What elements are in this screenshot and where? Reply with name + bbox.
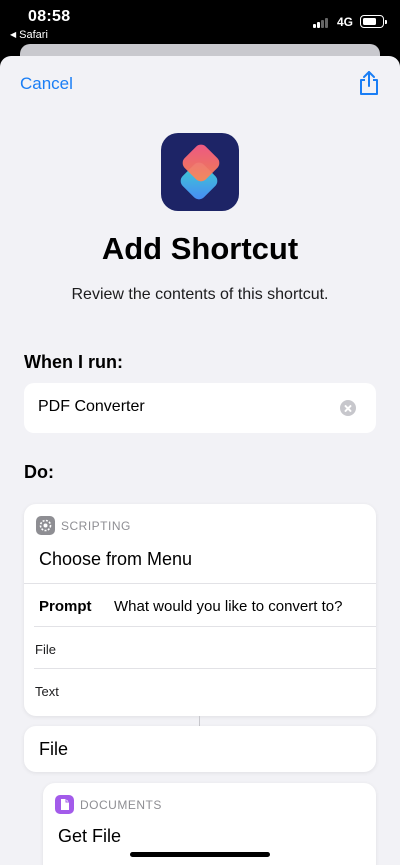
cancel-button[interactable]: Cancel [20,74,73,94]
status-time: 08:58 [28,8,71,25]
back-app-label: Safari [19,29,48,41]
menu-case-label: File [39,739,69,759]
page-title: Add Shortcut [101,231,299,266]
shortcuts-app-icon [161,133,239,211]
menu-option-file[interactable]: File [35,642,56,657]
divider [34,668,376,669]
add-shortcut-sheet: Cancel Add Shortcut Review the contents … [0,56,400,865]
document-icon [55,795,74,814]
page-subtitle: Review the contents of this shortcut. [71,286,329,303]
divider [24,583,376,584]
back-to-app-link[interactable]: ◀ Safari [10,29,48,41]
battery-icon [360,15,387,28]
status-bar: 08:58 ◀ Safari 4G [0,0,400,46]
shortcut-name-field[interactable]: PDF Converter [24,383,376,433]
category-label: DOCUMENTS [80,798,162,812]
when-i-run-label: When I run: [24,352,123,372]
divider [34,626,376,627]
action-connector [199,716,200,726]
menu-option-text[interactable]: Text [35,684,59,699]
file-menu-case[interactable]: File [24,726,376,772]
action-title: Get File [58,826,122,846]
prompt-value[interactable]: What would you like to convert to? [114,598,364,615]
gear-icon [36,516,55,535]
category-label: SCRIPTING [61,519,131,533]
share-icon[interactable] [358,70,380,96]
clear-icon[interactable] [340,400,356,416]
back-triangle-icon: ◀ [10,30,17,39]
network-type: 4G [337,15,354,29]
choose-from-menu-action[interactable]: SCRIPTING Choose from Menu Prompt What w… [24,504,376,716]
shortcut-name-value: PDF Converter [38,398,145,415]
do-label: Do: [24,462,54,482]
cellular-signal-icon [313,17,333,28]
action-title: Choose from Menu [39,549,193,569]
prompt-label: Prompt [39,598,92,615]
home-indicator[interactable] [130,852,270,857]
